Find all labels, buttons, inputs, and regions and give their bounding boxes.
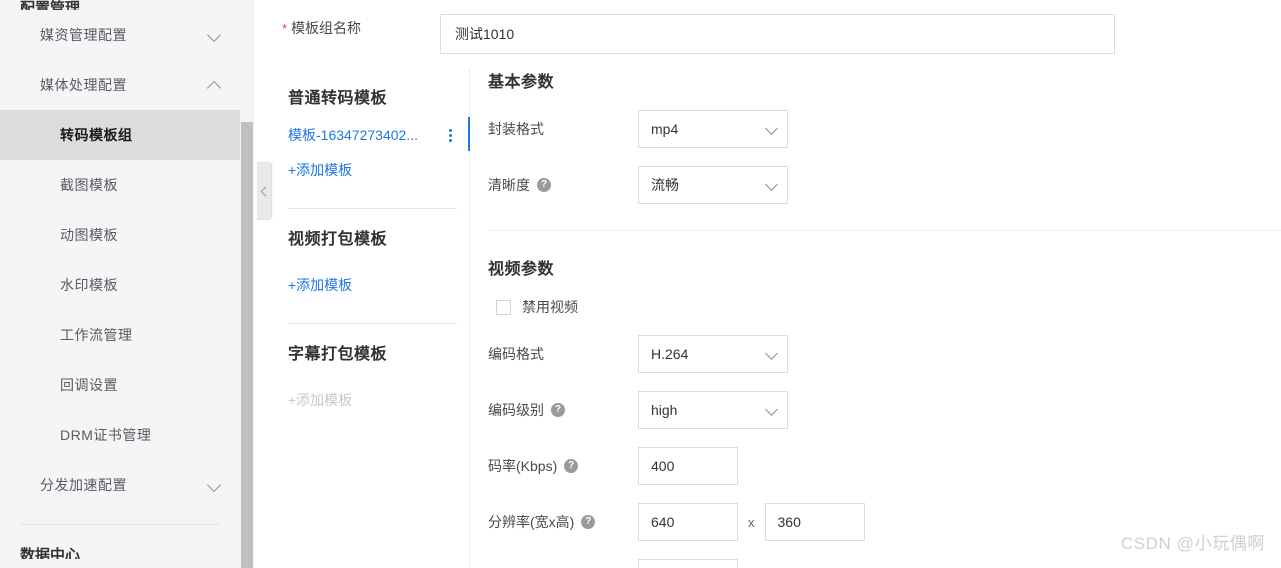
select-value: H.264 (651, 346, 689, 362)
field-label-definition: 清晰度 ? (488, 175, 638, 195)
help-icon[interactable]: ? (551, 403, 565, 417)
chevron-down-icon (765, 403, 778, 416)
sidebar-item-media-process-config[interactable]: 媒体处理配置 (0, 60, 240, 110)
definition-select[interactable]: 流畅 (638, 166, 788, 204)
sidebar-item-callback-settings[interactable]: 回调设置 (0, 360, 240, 410)
bitrate-input[interactable] (638, 447, 738, 485)
field-label-resolution: 分辨率(宽x高) ? (488, 512, 638, 532)
container-format-select[interactable]: mp4 (638, 110, 788, 148)
resolution-separator: x (748, 514, 755, 530)
disable-video-label: 禁用视频 (522, 299, 578, 315)
params-panel: 基本参数 封装格式 mp4 清晰度 ? 流畅 视频参数 禁用视频 编码格式 H.… (488, 68, 1281, 568)
sidebar-item-label: 媒体处理配置 (40, 77, 127, 93)
template-section-normal-transcode: 普通转码模板 模板-16347273402... +添加模板 (288, 68, 470, 209)
sidebar-item-media-asset-config[interactable]: 媒资管理配置 (0, 10, 240, 60)
help-icon[interactable]: ? (537, 178, 551, 192)
select-value: mp4 (651, 121, 679, 137)
panel-collapse-handle[interactable] (257, 162, 272, 220)
sidebar-item-label: 动图模板 (60, 227, 118, 243)
basic-params-title: 基本参数 (488, 74, 555, 91)
chevron-down-icon (208, 28, 222, 42)
field-label-container-format: 封装格式 (488, 119, 638, 139)
template-group-name-input[interactable] (440, 14, 1115, 54)
template-item-name: 模板-16347273402... (288, 127, 418, 143)
help-icon[interactable]: ? (581, 515, 596, 529)
add-template-button[interactable]: +添加模板 (288, 160, 352, 180)
sidebar-item-transcode-template-group[interactable]: 转码模板组 (0, 110, 240, 160)
field-label-codec-profile: 编码级别 ? (488, 400, 638, 420)
field-codec-profile: 编码级别 ? high (488, 391, 1281, 429)
sidebar-bottom-title: 数据中心 (20, 547, 81, 559)
template-group-name-label: 模板组名称 (291, 20, 362, 36)
add-template-button[interactable]: +添加模板 (288, 275, 352, 295)
csdn-watermark: CSDN @小玩偶啊 (1120, 534, 1265, 553)
sidebar-item-distribution-acceleration-config[interactable]: 分发加速配置 (0, 460, 240, 510)
sidebar-item-drm-certificate-management[interactable]: DRM证书管理 (0, 410, 240, 460)
sidebar-item-label: 截图模板 (60, 177, 118, 193)
sidebar-item-label: 工作流管理 (60, 327, 133, 343)
select-value: 流畅 (651, 177, 679, 193)
sidebar-item-label: DRM证书管理 (60, 427, 152, 443)
resolution-height-input[interactable] (764, 503, 865, 541)
sidebar-item-label: 分发加速配置 (40, 477, 127, 493)
label-text: 分辨率(宽x高) (488, 514, 575, 530)
chevron-down-icon (208, 478, 222, 492)
chevron-down-icon (765, 347, 778, 360)
template-section-title: 视频打包模板 (288, 231, 388, 248)
codec-profile-select[interactable]: high (638, 391, 788, 429)
label-text: 编码格式 (488, 346, 544, 362)
field-video-codec: 编码格式 H.264 (488, 335, 1281, 373)
label-text: 编码级别 (488, 402, 544, 418)
label-text: 清晰度 (488, 177, 530, 193)
sidebar-item-label: 回调设置 (60, 377, 118, 393)
label-text: 码率(Kbps) (488, 458, 558, 474)
field-label-video-codec: 编码格式 (488, 344, 638, 364)
sidebar-divider (20, 524, 220, 525)
params-section-divider (488, 230, 1281, 231)
template-list-panel: 普通转码模板 模板-16347273402... +添加模板 视频打包模板 +添… (288, 68, 470, 568)
sidebar-item-animated-image-template[interactable]: 动图模板 (0, 210, 240, 260)
more-vertical-icon[interactable] (443, 126, 457, 144)
field-container-format: 封装格式 mp4 (488, 110, 1281, 148)
template-section-title: 字幕打包模板 (288, 346, 388, 363)
disable-video-row: 禁用视频 (488, 297, 1281, 317)
template-section-video-package: 视频打包模板 +添加模板 (288, 209, 457, 324)
sidebar-item-label: 转码模板组 (60, 127, 133, 143)
sidebar-item-workflow-management[interactable]: 工作流管理 (0, 310, 240, 360)
help-icon[interactable]: ? (564, 459, 579, 473)
label-text: 封装格式 (488, 121, 544, 137)
field-label-bitrate: 码率(Kbps) ? (488, 456, 638, 476)
sidebar-item-watermark-template[interactable]: 水印模板 (0, 260, 240, 310)
field-definition: 清晰度 ? 流畅 (488, 166, 1281, 204)
sidebar-group-title: 配置管理 (20, 0, 81, 10)
template-list-item[interactable]: 模板-16347273402... (288, 117, 470, 151)
next-partial-input[interactable] (638, 559, 738, 568)
chevron-left-icon (260, 186, 270, 196)
main-content: * 模板组名称 普通转码模板 模板-16347273402... +添加模板 视… (258, 0, 1281, 568)
disable-video-checkbox[interactable] (496, 299, 511, 315)
add-template-button-disabled: +添加模板 (288, 392, 353, 408)
sidebar-item-label: 媒资管理配置 (40, 27, 127, 43)
template-group-name-row: * 模板组名称 (282, 18, 361, 38)
video-params-title: 视频参数 (488, 261, 555, 278)
chevron-down-icon (765, 122, 778, 135)
chevron-up-icon (208, 78, 222, 92)
left-sidebar: 配置管理 媒资管理配置 媒体处理配置 转码模板组 截图模板 动图模板 水印模板 … (0, 0, 240, 568)
field-next-partial (488, 559, 1281, 568)
video-codec-select[interactable]: H.264 (638, 335, 788, 373)
template-section-subtitle-package: 字幕打包模板 +添加模板 (288, 324, 457, 410)
chevron-down-icon (765, 178, 778, 191)
app-root: 配置管理 媒资管理配置 媒体处理配置 转码模板组 截图模板 动图模板 水印模板 … (0, 0, 1281, 568)
required-marker: * (282, 20, 288, 36)
field-bitrate: 码率(Kbps) ? (488, 447, 1281, 485)
select-value: high (651, 402, 678, 418)
sidebar-item-screenshot-template[interactable]: 截图模板 (0, 160, 240, 210)
sidebar-scrollbar-thumb[interactable] (241, 122, 253, 568)
sidebar-item-label: 水印模板 (60, 277, 118, 293)
resolution-width-input[interactable] (638, 503, 738, 541)
template-section-title: 普通转码模板 (288, 90, 388, 107)
